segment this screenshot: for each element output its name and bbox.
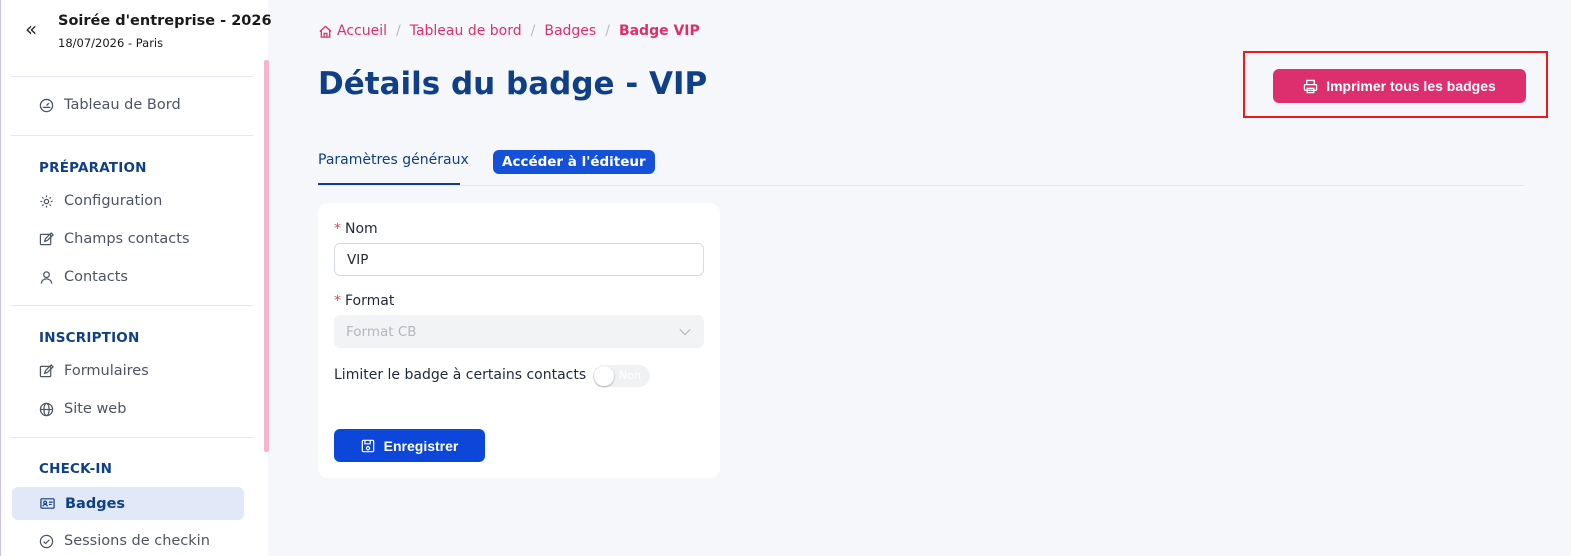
name-input[interactable]	[334, 243, 704, 276]
breadcrumb-dashboard[interactable]: Tableau de bord	[410, 23, 522, 39]
sidebar-divider	[11, 135, 253, 136]
required-mark: *	[334, 293, 341, 309]
save-button-label: Enregistrer	[383, 437, 459, 454]
sidebar-scrollbar[interactable]	[264, 60, 269, 452]
format-select-value: Format CB	[346, 323, 417, 340]
limit-contacts-label: Limiter le badge à certains contacts	[334, 367, 587, 383]
sidebar-item-label: Champs contacts	[64, 231, 190, 247]
sidebar-item-website[interactable]: Site web	[39, 398, 126, 420]
chevron-down-icon	[679, 328, 691, 335]
floppy-disk-icon	[361, 439, 374, 452]
badge-icon	[40, 498, 55, 509]
section-title-inscription: INSCRIPTION	[39, 330, 140, 346]
page-title: Détails du badge - VIP	[318, 66, 708, 102]
sidebar-item-contacts[interactable]: Contacts	[39, 266, 128, 288]
toggle-state-text: Non	[619, 369, 641, 382]
sidebar-item-label: Formulaires	[64, 363, 149, 379]
sidebar-item-label: Site web	[64, 401, 127, 417]
breadcrumb-separator: /	[396, 23, 401, 39]
print-all-badges-button[interactable]: Imprimer tous les badges	[1273, 69, 1526, 103]
user-icon	[40, 270, 53, 284]
breadcrumb-separator: /	[605, 23, 610, 39]
tabs-divider	[318, 185, 1524, 186]
toggle-knob	[594, 366, 614, 386]
sidebar-item-badges[interactable]: Badges	[12, 487, 244, 520]
collapse-sidebar-icon[interactable]: «	[25, 18, 43, 40]
sidebar-item-contact-fields[interactable]: Champs contacts	[39, 228, 190, 250]
sidebar-item-label: Configuration	[64, 193, 163, 209]
badge-form-card: *Nom *Format Format CB Limiter le badge …	[318, 203, 720, 478]
format-label: * Format	[334, 293, 394, 309]
gear-icon	[40, 194, 53, 208]
edit-icon	[39, 363, 54, 377]
open-editor-button[interactable]: Accéder à l'éditeur	[493, 150, 655, 174]
tab-general-settings[interactable]: Paramètres généraux	[318, 152, 469, 168]
globe-icon	[39, 402, 54, 416]
format-label-text: Format	[345, 293, 395, 309]
sidebar-item-configuration[interactable]: Configuration	[39, 190, 162, 212]
printer-icon	[1303, 79, 1318, 93]
format-select[interactable]: Format CB	[334, 315, 704, 348]
save-button[interactable]: Enregistrer	[334, 429, 485, 462]
sidebar-item-label: Contacts	[64, 269, 128, 285]
sidebar-divider	[11, 76, 253, 77]
gauge-icon	[39, 98, 54, 112]
sidebar-item-label: Tableau de Bord	[64, 97, 181, 113]
name-label: * Nom	[334, 221, 378, 237]
event-title: Soirée d'entreprise - 2026	[58, 13, 272, 29]
home-icon	[319, 24, 332, 38]
sidebar: « Soirée d'entreprise - 2026 18/07/2026 …	[0, 0, 272, 556]
event-date-location: 18/07/2026 - Paris	[58, 36, 164, 50]
section-title-checkin: CHECK-IN	[39, 461, 113, 477]
breadcrumb-current: Badge VIP	[618, 23, 700, 39]
print-all-label: Imprimer tous les badges	[1326, 78, 1496, 94]
breadcrumb-separator: /	[530, 23, 536, 39]
sidebar-divider	[11, 305, 253, 306]
sidebar-item-dashboard[interactable]: Tableau de Bord	[39, 94, 181, 116]
limit-contacts-toggle[interactable]: Non	[593, 365, 650, 387]
breadcrumb-home[interactable]: Accueil	[337, 23, 387, 39]
breadcrumb-badges[interactable]: Badges	[544, 23, 596, 39]
name-label-text: Nom	[345, 221, 378, 237]
required-mark: *	[334, 221, 341, 237]
sidebar-divider	[11, 437, 253, 438]
sidebar-item-label: Badges	[65, 495, 126, 512]
section-title-preparation: PRÉPARATION	[39, 160, 147, 176]
edit-icon	[39, 231, 54, 245]
sidebar-item-label: Sessions de checkin	[64, 533, 210, 549]
breadcrumb: Accueil / Tableau de bord / Badges / Bad…	[318, 21, 700, 41]
check-circle-icon	[39, 534, 54, 548]
sidebar-item-forms[interactable]: Formulaires	[39, 360, 149, 382]
sidebar-item-checkin-sessions[interactable]: Sessions de checkin	[39, 530, 210, 552]
